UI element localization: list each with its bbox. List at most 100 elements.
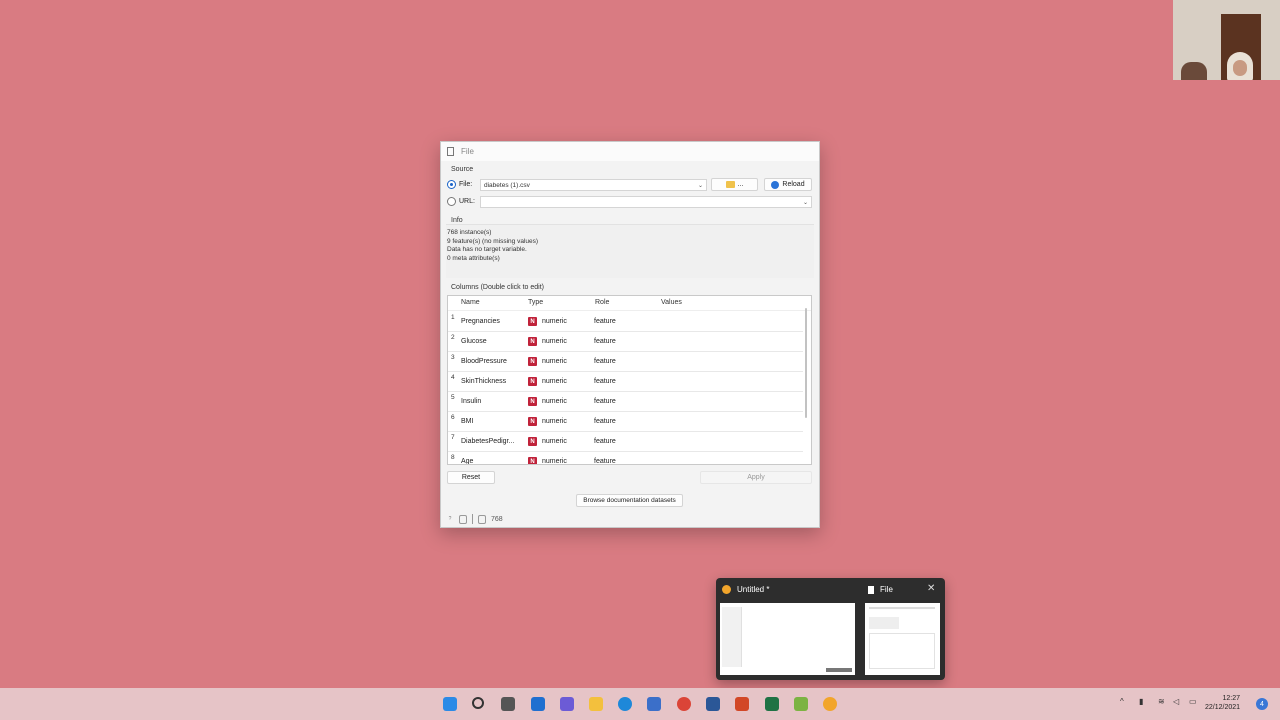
task-preview-untitled-title[interactable]: Untitled * [722, 585, 769, 594]
row-number: 2 [451, 334, 455, 341]
columns-section-label: Columns (Double click to edit) [451, 284, 544, 291]
column-role[interactable]: feature [594, 418, 616, 425]
column-role[interactable]: feature [594, 358, 616, 365]
chevron-down-icon: ⌄ [697, 182, 703, 189]
edge-icon[interactable] [618, 697, 632, 711]
column-type[interactable]: numeric [542, 398, 567, 405]
file-combo[interactable]: diabetes (1).csv ⌄ [480, 179, 707, 191]
header-role[interactable]: Role [595, 299, 609, 306]
browse-file-button[interactable]: ... [711, 178, 758, 191]
file-thumbnail[interactable] [865, 603, 940, 675]
browse-documentation-button[interactable]: Browse documentation datasets [576, 494, 683, 507]
row-number: 3 [451, 354, 455, 361]
columns-table[interactable]: Name Type Role Values 1 Pregnancies N nu… [447, 295, 812, 465]
row-number: 6 [451, 414, 455, 421]
info-section-label: Info [451, 217, 463, 224]
android-app-icon[interactable] [794, 697, 808, 711]
info-features: 9 feature(s) (no missing values) [447, 237, 539, 245]
header-type[interactable]: Type [528, 299, 543, 306]
column-type[interactable]: numeric [542, 418, 567, 425]
row-number: 4 [451, 374, 455, 381]
column-type[interactable]: numeric [542, 358, 567, 365]
microphone-icon[interactable]: ▮ [1139, 697, 1143, 706]
document-icon [447, 147, 454, 156]
help-icon[interactable]: ? [446, 515, 454, 524]
table-row[interactable]: 4 SkinThickness N numeric feature [448, 372, 803, 392]
system-clock[interactable]: 12:27 22/12/2021 [1205, 694, 1240, 712]
excel-icon[interactable] [765, 697, 779, 711]
reset-button[interactable]: Reset [447, 471, 495, 484]
table-row[interactable]: 2 Glucose N numeric feature [448, 332, 803, 352]
column-type[interactable]: numeric [542, 438, 567, 445]
column-type[interactable]: numeric [542, 338, 567, 345]
report-icon[interactable] [459, 514, 467, 524]
battery-icon[interactable]: ▭ [1189, 697, 1197, 706]
numeric-type-icon: N [528, 417, 537, 426]
reload-button[interactable]: Reload [764, 178, 812, 191]
untitled-thumbnail[interactable] [720, 603, 855, 675]
clock-date: 22/12/2021 [1205, 704, 1241, 711]
chat-icon[interactable] [560, 697, 574, 711]
store-icon[interactable] [647, 697, 661, 711]
word-icon[interactable] [706, 697, 720, 711]
column-name[interactable]: BMI [461, 418, 473, 425]
header-name[interactable]: Name [461, 299, 480, 306]
header-values[interactable]: Values [661, 299, 682, 306]
wifi-icon[interactable]: ≋ [1158, 697, 1165, 706]
file-combo-value: diabetes (1).csv [484, 181, 530, 189]
column-name[interactable]: DiabetesPedigr... [461, 438, 514, 445]
table-row[interactable]: 3 BloodPressure N numeric feature [448, 352, 803, 372]
task1-title: Untitled * [737, 585, 770, 594]
file-explorer-icon[interactable] [589, 697, 603, 711]
column-role[interactable]: feature [594, 458, 616, 464]
column-type[interactable]: numeric [542, 458, 567, 464]
column-name[interactable]: SkinThickness [461, 378, 506, 385]
window-titlebar[interactable]: File [441, 142, 819, 161]
close-icon[interactable]: ✕ [927, 583, 935, 594]
powerpoint-icon[interactable] [735, 697, 749, 711]
column-name[interactable]: Glucose [461, 338, 487, 345]
numeric-type-icon: N [528, 437, 537, 446]
table-row[interactable]: 1 Pregnancies N numeric feature [448, 312, 803, 332]
apply-button[interactable]: Apply [700, 471, 812, 484]
column-type[interactable]: numeric [542, 318, 567, 325]
chevron-up-icon[interactable]: ^ [1120, 697, 1124, 706]
row-number: 7 [451, 434, 455, 441]
reload-label: Reload [782, 181, 805, 188]
table-row[interactable]: 8 Age N numeric feature [448, 452, 803, 464]
chrome-icon[interactable] [677, 697, 691, 711]
table-row[interactable]: 6 BMI N numeric feature [448, 412, 803, 432]
orange-app-icon[interactable] [823, 697, 837, 711]
info-instances: 768 instance(s) [447, 229, 492, 236]
column-name[interactable]: BloodPressure [461, 358, 507, 365]
column-role[interactable]: feature [594, 438, 616, 445]
column-type[interactable]: numeric [542, 378, 567, 385]
notification-badge[interactable]: 4 [1256, 698, 1268, 710]
column-role[interactable]: feature [594, 338, 616, 345]
url-combo[interactable]: ⌄ [480, 196, 812, 208]
task-view-icon[interactable] [501, 697, 515, 711]
info-meta: 0 meta attribute(s) [447, 254, 500, 262]
url-radio[interactable] [447, 197, 456, 206]
column-role[interactable]: feature [594, 398, 616, 405]
info-target: Data has no target variable. [447, 246, 527, 253]
volume-icon[interactable]: ◁ [1173, 697, 1179, 706]
column-role[interactable]: feature [594, 318, 616, 325]
column-name[interactable]: Age [461, 458, 473, 464]
column-name[interactable]: Pregnancies [461, 318, 500, 325]
numeric-type-icon: N [528, 377, 537, 386]
column-role[interactable]: feature [594, 378, 616, 385]
file-radio[interactable] [447, 180, 456, 189]
table-row[interactable]: 7 DiabetesPedigr... N numeric feature [448, 432, 803, 452]
column-name[interactable]: Insulin [461, 398, 481, 405]
table-row[interactable]: 5 Insulin N numeric feature [448, 392, 803, 412]
url-source-row: URL: [447, 197, 475, 206]
search-icon[interactable] [472, 697, 484, 709]
widgets-icon[interactable] [531, 697, 545, 711]
status-divider [472, 514, 473, 524]
table-scrollbar[interactable] [805, 308, 807, 418]
task-preview-file-title[interactable]: File [868, 585, 893, 594]
start-icon[interactable] [443, 697, 457, 711]
row-number: 8 [451, 454, 455, 461]
file-app-icon [868, 585, 874, 594]
